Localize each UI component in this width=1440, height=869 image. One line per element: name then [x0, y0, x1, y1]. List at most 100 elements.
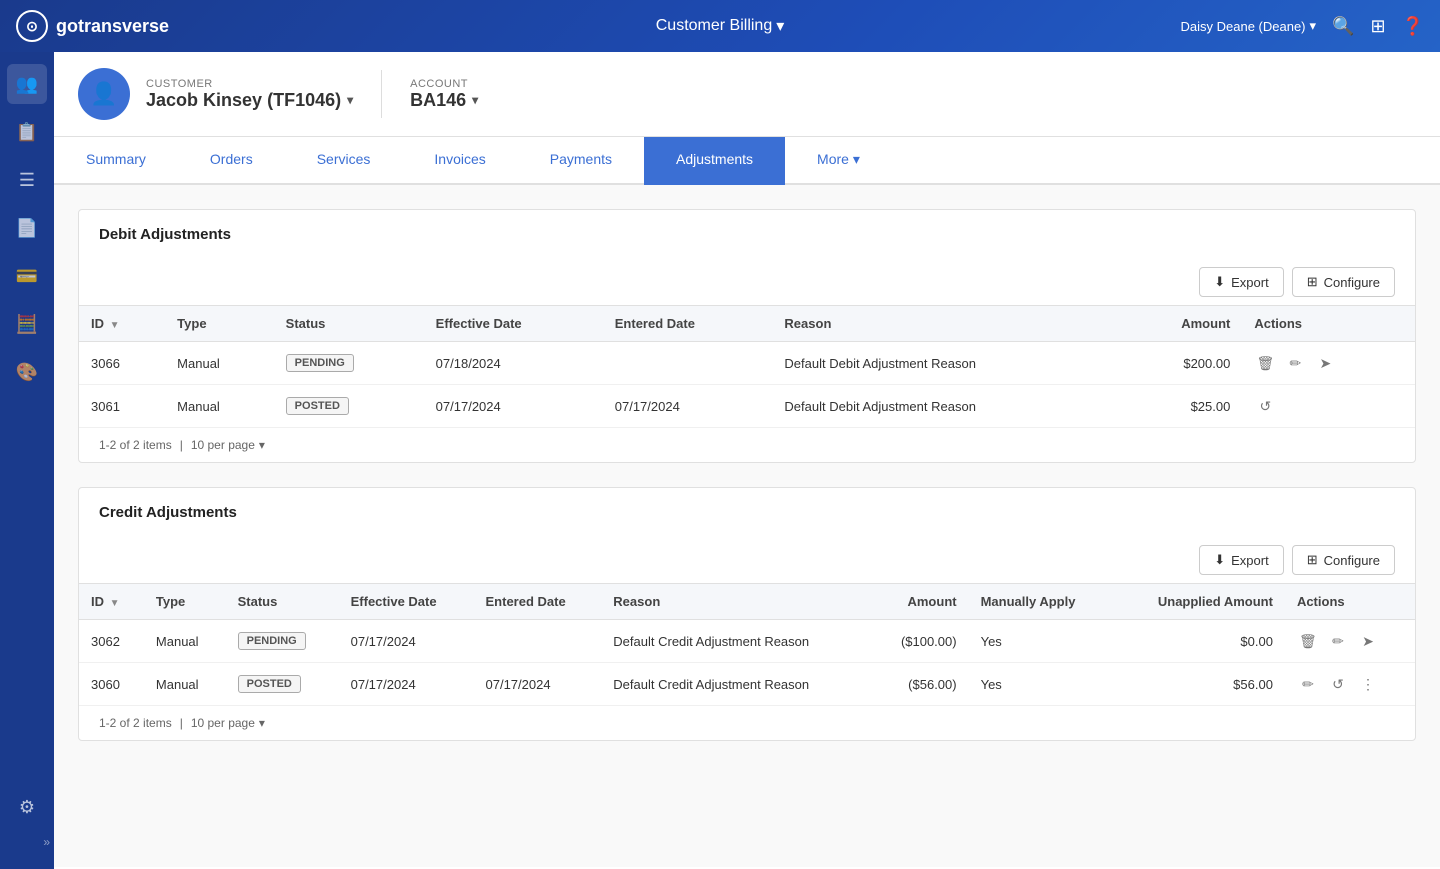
row-id: 3062 — [79, 620, 144, 663]
download-icon: ⬇ — [1214, 552, 1225, 568]
account-name[interactable]: BA146 ▾ — [410, 90, 478, 111]
credit-pagination: 1-2 of 2 items | 10 per page ▾ — [79, 705, 1415, 740]
account-info: ACCOUNT BA146 ▾ — [410, 78, 478, 111]
user-arrow: ▾ — [1310, 18, 1317, 34]
row-reason: Default Credit Adjustment Reason — [601, 620, 871, 663]
row-amount: $25.00 — [1123, 385, 1242, 428]
nav-right: Daisy Deane (Deane) ▾ 🔍 ⊞ ❓ — [1181, 16, 1424, 37]
tab-orders[interactable]: Orders — [178, 137, 285, 185]
row-status: PENDING — [226, 620, 339, 663]
debit-pagination-summary: 1-2 of 2 items — [99, 438, 172, 452]
row-type: Manual — [165, 385, 274, 428]
sidebar-item-palette[interactable]: 🎨 — [7, 352, 47, 392]
row-entered-date — [603, 342, 773, 385]
row-actions: ✏ ↺ ⋮ — [1285, 663, 1415, 706]
col-effective-date: Effective Date — [339, 584, 474, 620]
debit-adjustments-title: Debit Adjustments — [79, 210, 1415, 259]
col-actions: Actions — [1285, 584, 1415, 620]
row-amount: ($100.00) — [871, 620, 969, 663]
sidebar-bottom: ⚙ » — [0, 787, 54, 869]
top-nav: ⊙ gotransverse Customer Billing ▾ Daisy … — [0, 0, 1440, 52]
debit-configure-button[interactable]: ⊞ Configure — [1292, 267, 1395, 297]
col-status: Status — [274, 306, 424, 342]
table-row: 3061 Manual POSTED 07/17/2024 07/17/2024… — [79, 385, 1415, 428]
help-icon[interactable]: ❓ — [1402, 16, 1424, 37]
nav-title-arrow: ▾ — [776, 16, 784, 36]
row-type: Manual — [144, 620, 226, 663]
user-menu[interactable]: Daisy Deane (Deane) ▾ — [1181, 18, 1317, 34]
grid-icon[interactable]: ⊞ — [1370, 16, 1385, 37]
tab-services[interactable]: Services — [285, 137, 403, 185]
credit-adjustments-table: ID ▼ Type Status Effective Date Entered … — [79, 583, 1415, 705]
col-unapplied-amount: Unapplied Amount — [1114, 584, 1285, 620]
customer-name[interactable]: Jacob Kinsey (TF1046) ▾ — [146, 90, 353, 111]
logo-icon: ⊙ — [16, 10, 48, 42]
configure-icon: ⊞ — [1307, 552, 1318, 568]
sidebar-item-documents[interactable]: 📋 — [7, 112, 47, 152]
credit-per-page[interactable]: 10 per page ▾ — [191, 716, 265, 730]
tab-invoices[interactable]: Invoices — [402, 137, 517, 185]
row-actions: ↺ — [1242, 385, 1415, 428]
row-entered-date: 07/17/2024 — [474, 663, 602, 706]
sidebar-item-calculator[interactable]: 🧮 — [7, 304, 47, 344]
undo-icon[interactable]: ↺ — [1327, 673, 1349, 695]
col-manually-apply: Manually Apply — [969, 584, 1115, 620]
row-actions: 🗑 ✏ ➤ — [1285, 620, 1415, 663]
sidebar-item-list[interactable]: ☰ — [7, 160, 47, 200]
customer-label: CUSTOMER — [146, 78, 353, 90]
send-icon[interactable]: ➤ — [1314, 352, 1336, 374]
row-id: 3061 — [79, 385, 165, 428]
table-row: 3066 Manual PENDING 07/18/2024 Default D… — [79, 342, 1415, 385]
sidebar-item-people[interactable]: 👥 — [7, 64, 47, 104]
row-type: Manual — [165, 342, 274, 385]
credit-configure-button[interactable]: ⊞ Configure — [1292, 545, 1395, 575]
configure-icon: ⊞ — [1307, 274, 1318, 290]
status-badge: POSTED — [286, 397, 349, 415]
col-effective-date: Effective Date — [424, 306, 603, 342]
edit-icon[interactable]: ✏ — [1297, 673, 1319, 695]
nav-title-text: Customer Billing — [656, 17, 772, 35]
credit-pagination-summary: 1-2 of 2 items — [99, 716, 172, 730]
table-row: 3060 Manual POSTED 07/17/2024 07/17/2024… — [79, 663, 1415, 706]
row-id: 3066 — [79, 342, 165, 385]
sidebar-item-file[interactable]: 📄 — [7, 208, 47, 248]
edit-icon[interactable]: ✏ — [1327, 630, 1349, 652]
app-logo[interactable]: ⊙ gotransverse — [16, 10, 169, 42]
row-effective-date: 07/17/2024 — [424, 385, 603, 428]
tab-adjustments[interactable]: Adjustments — [644, 137, 785, 185]
row-entered-date — [474, 620, 602, 663]
more-icon[interactable]: ⋮ — [1357, 673, 1379, 695]
undo-icon[interactable]: ↺ — [1254, 395, 1276, 417]
col-id[interactable]: ID ▼ — [79, 584, 144, 620]
row-status: PENDING — [274, 342, 424, 385]
tabs: Summary Orders Services Invoices Payment… — [54, 137, 1440, 185]
col-amount: Amount — [1123, 306, 1242, 342]
delete-icon[interactable]: 🗑 — [1254, 352, 1276, 374]
credit-export-button[interactable]: ⬇ Export — [1199, 545, 1283, 575]
col-entered-date: Entered Date — [603, 306, 773, 342]
status-badge: PENDING — [286, 354, 354, 372]
tab-payments[interactable]: Payments — [518, 137, 644, 185]
download-icon: ⬇ — [1214, 274, 1225, 290]
row-id: 3060 — [79, 663, 144, 706]
col-id[interactable]: ID ▼ — [79, 306, 165, 342]
col-actions: Actions — [1242, 306, 1415, 342]
send-icon[interactable]: ➤ — [1357, 630, 1379, 652]
account-name-text: BA146 — [410, 90, 466, 111]
search-icon[interactable]: 🔍 — [1332, 16, 1354, 37]
sidebar-item-settings[interactable]: ⚙ — [7, 787, 47, 827]
col-entered-date: Entered Date — [474, 584, 602, 620]
row-reason: Default Debit Adjustment Reason — [772, 342, 1123, 385]
sidebar-item-card[interactable]: 💳 — [7, 256, 47, 296]
sidebar-expand-button[interactable]: » — [0, 835, 54, 857]
customer-dropdown-arrow: ▾ — [347, 93, 353, 107]
row-status: POSTED — [274, 385, 424, 428]
col-amount: Amount — [871, 584, 969, 620]
tab-more[interactable]: More ▾ — [785, 137, 892, 185]
debit-export-button[interactable]: ⬇ Export — [1199, 267, 1283, 297]
row-amount: $200.00 — [1123, 342, 1242, 385]
debit-per-page[interactable]: 10 per page ▾ — [191, 438, 265, 452]
edit-icon[interactable]: ✏ — [1284, 352, 1306, 374]
tab-summary[interactable]: Summary — [54, 137, 178, 185]
delete-icon[interactable]: 🗑 — [1297, 630, 1319, 652]
